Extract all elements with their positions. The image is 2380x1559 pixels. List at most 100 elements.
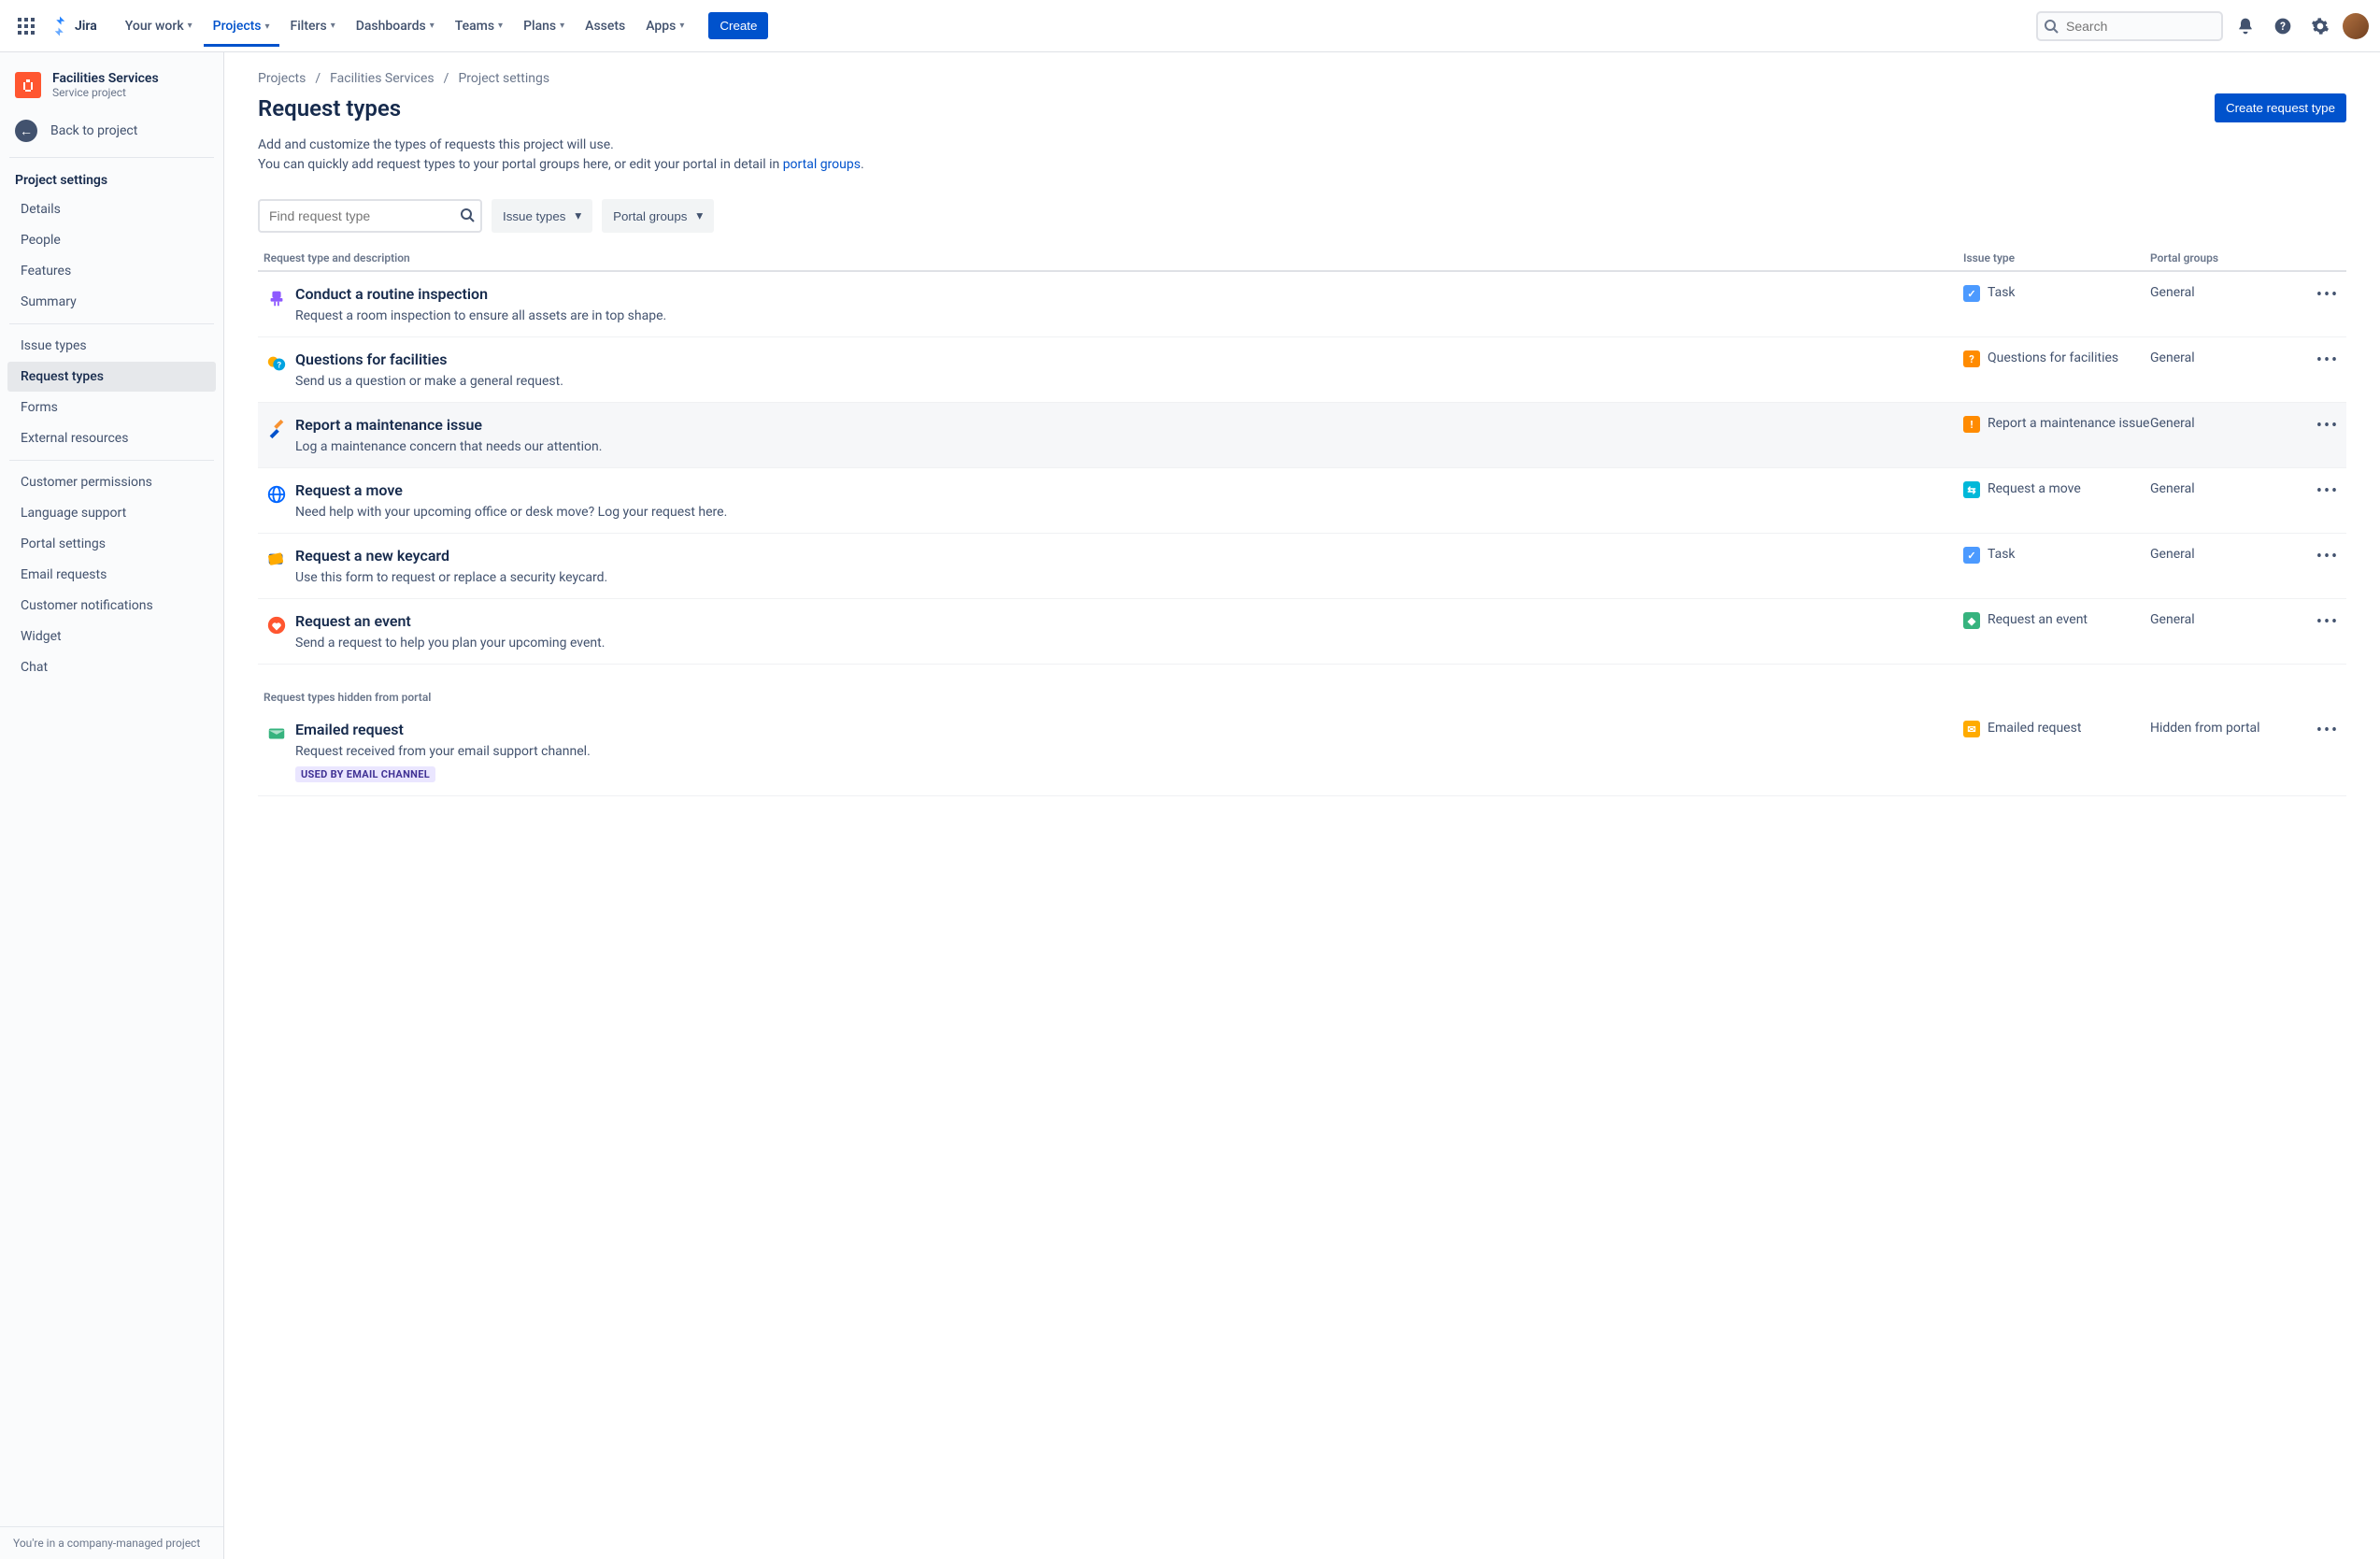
chevron-down-icon: ▾ [679,21,684,31]
sidebar-item-customer-notifications[interactable]: Customer notifications [7,591,216,621]
global-search-input[interactable] [2036,11,2223,41]
request-type-description: Use this form to request or replace a se… [295,570,1926,585]
sidebar-item-external-resources[interactable]: External resources [7,423,216,453]
request-type-row: Request an event Send a request to help y… [258,599,2346,665]
issue-type-label: Report a maintenance issue [1988,416,2149,431]
create-request-type-button[interactable]: Create request type [2215,93,2346,122]
product-name: Jira [75,19,97,34]
nav-item-apps[interactable]: Apps▾ [636,13,693,39]
issue-type-cell: ⇆Request a move [1963,481,2150,498]
request-type-name[interactable]: Report a maintenance issue [295,416,1926,434]
nav-item-filters[interactable]: Filters▾ [281,13,345,39]
back-arrow-icon: ← [15,120,37,142]
request-type-name[interactable]: Questions for facilities [295,350,1926,368]
sidebar-item-request-types[interactable]: Request types [7,362,216,392]
nav-item-dashboards[interactable]: Dashboards▾ [347,13,444,39]
sidebar-item-forms[interactable]: Forms [7,393,216,422]
row-actions-button[interactable]: ••• [2309,547,2346,566]
project-icon [15,72,41,98]
portal-groups-link[interactable]: portal groups [783,157,861,172]
sidebar-item-email-requests[interactable]: Email requests [7,560,216,590]
portal-groups-filter[interactable]: Portal groups ▾ [602,199,714,233]
request-type-name[interactable]: Request a new keycard [295,547,1926,565]
request-type-row: Request a new keycard Use this form to re… [258,534,2346,599]
request-type-row: Request a move Need help with your upcomi… [258,468,2346,534]
portal-group-cell: General [2150,350,2309,365]
app-switcher-icon[interactable] [11,11,41,41]
nav-item-assets[interactable]: Assets [576,13,634,39]
row-actions-button[interactable]: ••• [2309,350,2346,370]
sidebar-item-details[interactable]: Details [7,194,216,224]
sidebar-item-issue-types[interactable]: Issue types [7,331,216,361]
chevron-down-icon: ▾ [560,21,564,31]
table-header: Request type and description Issue type … [258,246,2346,272]
help-icon[interactable]: ? [2268,11,2298,41]
portal-group-cell: General [2150,481,2309,496]
project-settings-title: Project settings [0,164,223,193]
issue-type-cell: ✓Task [1963,547,2150,564]
request-type-name[interactable]: Conduct a routine inspection [295,285,1926,303]
sidebar-item-features[interactable]: Features [7,256,216,286]
project-type: Service project [52,86,159,99]
chevron-down-icon: ▾ [575,208,581,223]
nav-item-your-work[interactable]: Your work▾ [116,13,202,39]
sidebar-item-chat[interactable]: Chat [7,652,216,682]
sidebar-item-people[interactable]: People [7,225,216,255]
request-type-row: Report a maintenance issueLog a maintena… [258,403,2346,468]
find-request-type-input[interactable] [258,199,482,233]
request-type-description: Send us a question or make a general req… [295,374,1926,389]
issue-types-filter[interactable]: Issue types ▾ [492,199,592,233]
breadcrumb-item[interactable]: Project settings [458,71,549,86]
nav-item-teams[interactable]: Teams▾ [446,13,512,39]
breadcrumb-item[interactable]: Projects [258,71,306,86]
request-type-description: Send a request to help you plan your upc… [295,636,1926,651]
request-type-name[interactable]: Request an event [295,612,1926,630]
request-type-icon [258,721,295,745]
row-actions-button[interactable]: ••• [2309,416,2346,436]
sidebar-item-portal-settings[interactable]: Portal settings [7,529,216,559]
chevron-down-icon: ▾ [265,21,270,32]
breadcrumb-separator: / [444,71,449,86]
portal-group-cell: General [2150,612,2309,627]
search-icon [2044,19,2059,37]
nav-item-plans[interactable]: Plans▾ [514,13,574,39]
sidebar: Facilities Services Service project ← Ba… [0,52,224,1559]
row-actions-button[interactable]: ••• [2309,481,2346,501]
settings-icon[interactable] [2305,11,2335,41]
hidden-section-label: Request types hidden from portal [258,691,2346,704]
request-type-name[interactable]: Request a move [295,481,1926,499]
notifications-icon[interactable] [2230,11,2260,41]
user-avatar[interactable] [2343,13,2369,39]
request-type-description: Need help with your upcoming office or d… [295,505,1926,520]
issue-type-label: Task [1988,547,2016,562]
request-type-name[interactable]: Emailed request [295,721,1926,738]
sidebar-item-customer-permissions[interactable]: Customer permissions [7,467,216,497]
issue-type-cell: !Report a maintenance issue [1963,416,2150,433]
jira-logo[interactable]: Jira [45,15,101,37]
request-type-description: Request received from your email support… [295,744,1926,759]
project-header[interactable]: Facilities Services Service project [0,52,223,110]
row-actions-button[interactable]: ••• [2309,612,2346,632]
channel-tag: USED BY EMAIL CHANNEL [295,766,435,782]
issue-type-icon: ⇆ [1963,481,1980,498]
back-to-project-link[interactable]: ← Back to project [0,110,223,151]
svg-text:?: ? [277,362,281,371]
breadcrumb: Projects / Facilities Services / Project… [258,71,2346,86]
request-type-icon [258,481,295,506]
request-type-icon: ? [258,350,295,375]
chevron-down-icon: ▾ [331,21,335,31]
request-type-description: Request a room inspection to ensure all … [295,308,1926,323]
sidebar-item-language-support[interactable]: Language support [7,498,216,528]
top-nav: Jira Your work▾Projects▾Filters▾Dashboar… [0,0,2380,52]
sidebar-item-widget[interactable]: Widget [7,622,216,651]
chevron-down-icon: ▾ [430,21,435,31]
global-search[interactable] [2036,11,2223,41]
row-actions-button[interactable]: ••• [2309,285,2346,305]
nav-item-projects[interactable]: Projects▾ [204,6,279,47]
breadcrumb-item[interactable]: Facilities Services [330,71,435,86]
row-actions-button[interactable]: ••• [2309,721,2346,740]
project-name: Facilities Services [52,71,159,86]
create-button[interactable]: Create [708,12,768,39]
sidebar-item-summary[interactable]: Summary [7,287,216,317]
find-request-type[interactable] [258,199,482,233]
